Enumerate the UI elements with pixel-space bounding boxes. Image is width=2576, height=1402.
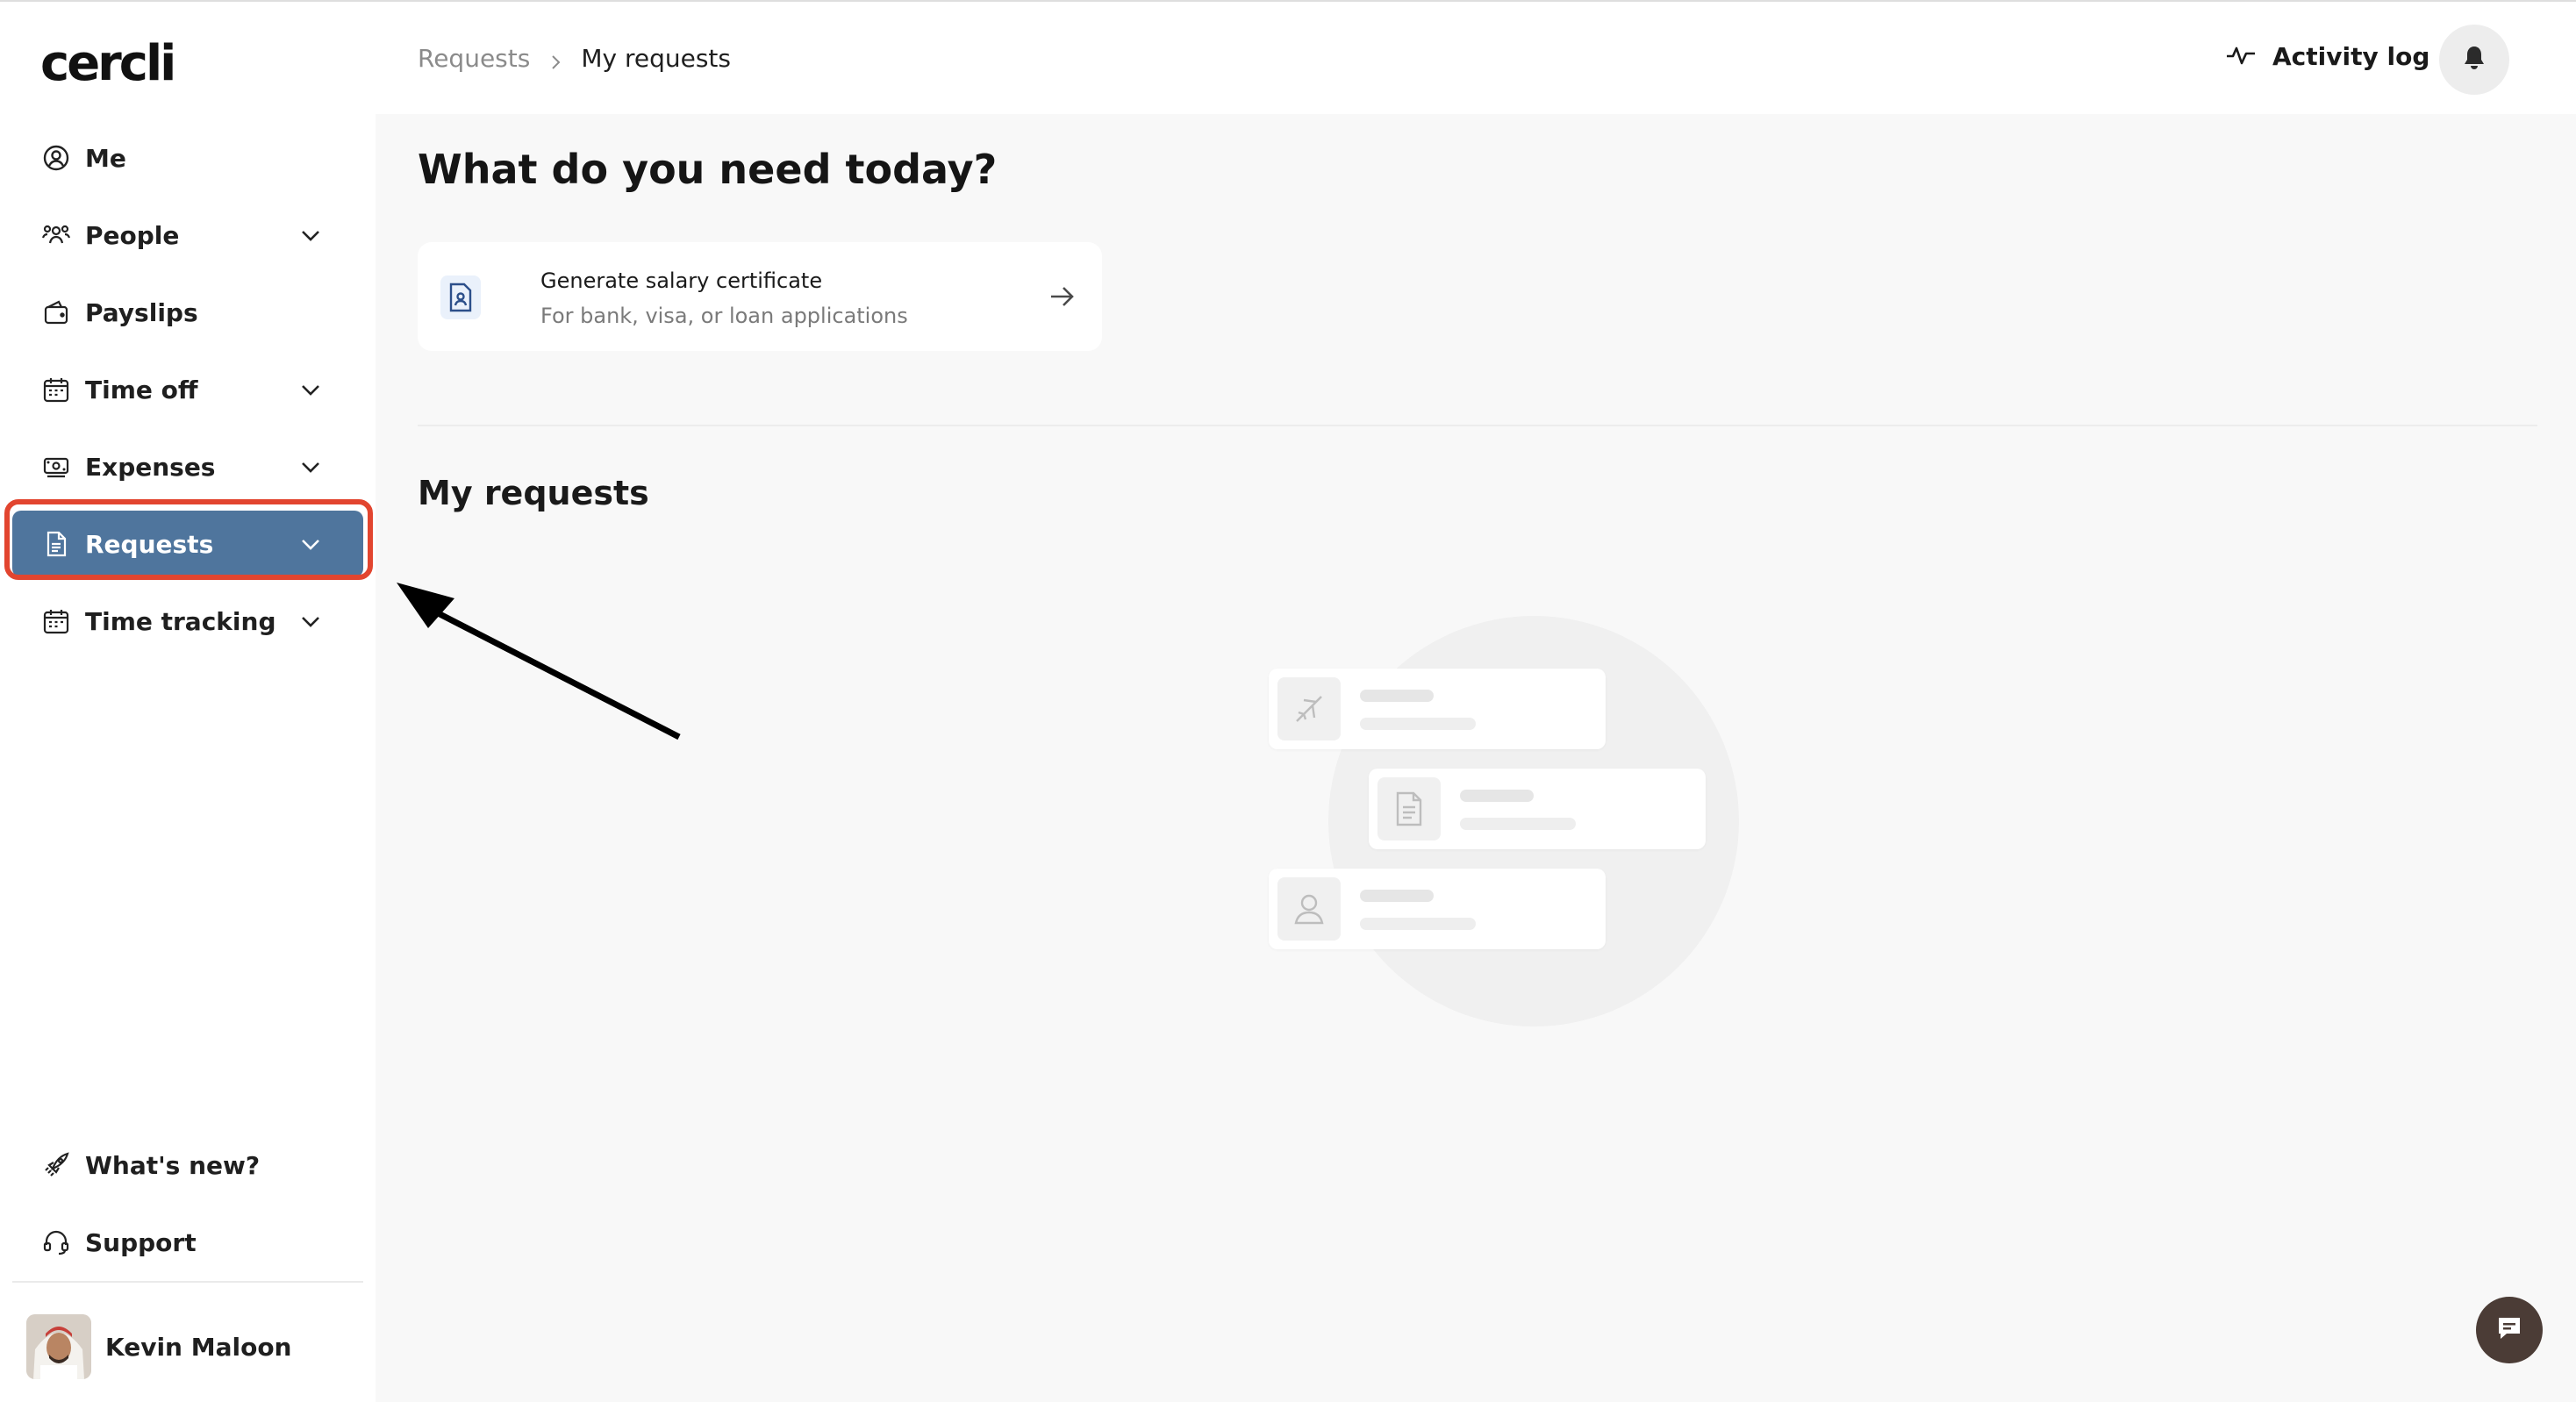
generate-salary-certificate-card[interactable]: Generate salary certificate For bank, vi…	[418, 242, 1102, 351]
sidebar: cercli Me People Payslips Time off Expen…	[0, 2, 376, 1402]
certificate-icon	[440, 275, 481, 319]
app-root: cercli Me People Payslips Time off Expen…	[0, 0, 2576, 1402]
rocket-icon	[42, 1151, 70, 1179]
sidebar-item-time-off[interactable]: Time off	[12, 356, 363, 423]
breadcrumb-requests[interactable]: Requests	[418, 44, 530, 73]
user-profile[interactable]: Kevin Maloon	[26, 1314, 292, 1379]
chevron-right-icon	[546, 49, 565, 69]
sidebar-item-support[interactable]: Support	[12, 1209, 363, 1276]
sidebar-item-whats-new[interactable]: What's new?	[12, 1132, 363, 1198]
notifications-button[interactable]	[2439, 25, 2509, 95]
card-title: Generate salary certificate	[540, 268, 823, 293]
placeholder-bar	[1360, 918, 1476, 930]
breadcrumb: Requests My requests	[418, 44, 731, 73]
sidebar-item-label: Requests	[85, 529, 214, 559]
document-icon	[1377, 777, 1441, 840]
top-header: Requests My requests Activity log	[376, 2, 2576, 114]
sidebar-item-time-tracking[interactable]: Time tracking	[12, 588, 363, 655]
sidebar-divider	[12, 1281, 363, 1283]
sidebar-item-label: Time off	[85, 375, 198, 404]
sidebar-item-label: People	[85, 220, 180, 250]
sidebar-item-me[interactable]: Me	[12, 125, 363, 191]
arrow-right-icon	[1046, 281, 1077, 312]
placeholder-row	[1269, 869, 1606, 949]
chevron-down-icon[interactable]	[297, 221, 325, 249]
bell-icon	[2462, 45, 2487, 75]
people-icon	[42, 221, 70, 249]
activity-log-button[interactable]: Activity log	[2225, 42, 2429, 71]
page-title: What do you need today?	[418, 146, 998, 193]
user-circle-icon	[42, 144, 70, 172]
placeholder-row	[1369, 769, 1706, 849]
sidebar-item-label: Expenses	[85, 452, 216, 482]
user-name: Kevin Maloon	[105, 1332, 292, 1362]
document-icon	[42, 530, 70, 558]
calendar-icon	[42, 376, 70, 404]
placeholder-bar	[1360, 718, 1476, 730]
activity-log-label: Activity log	[2272, 42, 2430, 71]
placeholder-row	[1269, 669, 1606, 749]
card-subtitle: For bank, visa, or loan applications	[540, 304, 908, 328]
sidebar-item-label: Me	[85, 143, 126, 173]
placeholder-bar	[1360, 690, 1434, 702]
section-title: My requests	[418, 474, 649, 512]
avatar[interactable]	[26, 1314, 91, 1379]
placeholder-bar	[1460, 790, 1534, 802]
section-divider	[418, 425, 2537, 426]
chevron-down-icon[interactable]	[297, 530, 325, 558]
app-logo[interactable]: cercli	[40, 35, 176, 92]
sidebar-item-people[interactable]: People	[12, 202, 363, 268]
chat-icon	[2494, 1313, 2524, 1347]
sidebar-item-payslips[interactable]: Payslips	[12, 279, 363, 346]
chat-button[interactable]	[2476, 1297, 2543, 1363]
sidebar-item-expenses[interactable]: Expenses	[12, 433, 363, 500]
sidebar-item-requests[interactable]: Requests	[12, 511, 363, 577]
breadcrumb-current: My requests	[581, 44, 731, 73]
chevron-down-icon[interactable]	[297, 376, 325, 404]
empty-state-illustration	[1253, 605, 1744, 1026]
wallet-icon	[42, 298, 70, 326]
headset-icon	[42, 1228, 70, 1256]
placeholder-bar	[1460, 818, 1576, 830]
sidebar-item-label: Time tracking	[85, 606, 276, 636]
chevron-down-icon[interactable]	[297, 453, 325, 481]
sidebar-item-label: What's new?	[85, 1150, 261, 1180]
sidebar-item-label: Payslips	[85, 297, 198, 327]
main-content: What do you need today? Generate salary …	[376, 114, 2576, 1402]
user-icon	[1277, 877, 1341, 941]
money-icon	[42, 453, 70, 481]
activity-icon	[2225, 43, 2257, 71]
chevron-down-icon[interactable]	[297, 607, 325, 635]
calendar-icon	[42, 607, 70, 635]
placeholder-bar	[1360, 890, 1434, 902]
airplane-icon	[1277, 677, 1341, 740]
sidebar-item-label: Support	[85, 1227, 197, 1257]
